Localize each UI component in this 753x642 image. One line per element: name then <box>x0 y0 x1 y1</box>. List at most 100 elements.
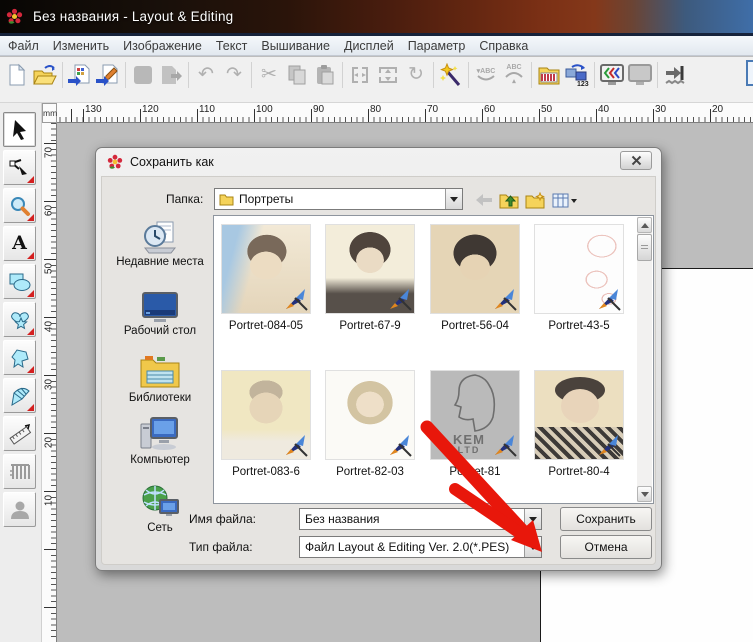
file-item[interactable]: Portret-67-9 <box>320 224 420 332</box>
file-type-label: Тип файла: <box>189 540 253 554</box>
toolbar-separator <box>125 62 126 88</box>
file-item[interactable]: Portret-56-04 <box>425 224 525 332</box>
folder-dropdown-button[interactable] <box>445 189 462 209</box>
rotate-icon-disabled[interactable]: ↻ <box>402 60 430 89</box>
place-recent[interactable]: Недавние места <box>108 218 212 270</box>
app-flower-icon <box>6 8 23 25</box>
write-to-machine-icon[interactable] <box>661 60 689 89</box>
menu-option[interactable]: Параметр <box>408 39 466 53</box>
file-thumbnail <box>534 224 624 314</box>
paste-icon-disabled[interactable] <box>311 60 339 89</box>
dialog-close-button[interactable] <box>620 151 652 170</box>
menu-help[interactable]: Справка <box>479 39 528 53</box>
file-name: Portret-56-04 <box>425 320 525 332</box>
file-name-combobox[interactable] <box>299 508 542 530</box>
portrait-tool-button[interactable] <box>3 492 36 527</box>
zoom-tool-button[interactable] <box>3 188 36 223</box>
pes-badge-icon <box>387 434 413 458</box>
new-document-icon[interactable] <box>3 60 31 89</box>
flip-horizontal-icon-disabled[interactable] <box>346 60 374 89</box>
file-name-dropdown-button[interactable] <box>524 509 541 529</box>
menu-edit[interactable]: Изменить <box>53 39 109 53</box>
place-computer[interactable]: Компьютер <box>108 416 212 468</box>
file-thumbnail <box>221 224 311 314</box>
pes-badge-icon <box>596 288 622 312</box>
file-item[interactable]: Portret-43-5 <box>529 224 629 332</box>
tool-palette: A <box>0 103 42 642</box>
point-edit-tool-button[interactable] <box>3 150 36 185</box>
place-libraries[interactable]: Библиотеки <box>108 354 212 406</box>
ruler-label: 90 <box>313 104 324 115</box>
file-thumbnail <box>221 370 311 460</box>
shapes-icon <box>8 272 32 292</box>
pes-badge-icon <box>596 434 622 458</box>
redo-icon-disabled[interactable]: ↷ <box>220 60 248 89</box>
menu-display[interactable]: Дисплей <box>344 39 394 53</box>
measure-tool-button[interactable] <box>3 416 36 451</box>
back-arrow-icon <box>475 193 493 207</box>
view-menu-button[interactable] <box>549 189 579 211</box>
file-type-combobox[interactable]: Файл Layout & Editing Ver. 2.0(*.PES) <box>299 536 542 558</box>
file-item[interactable]: Portret-083-6 <box>216 370 316 478</box>
back-button-disabled[interactable] <box>472 189 495 211</box>
basic-shapes-tool-button[interactable] <box>3 264 36 299</box>
place-network[interactable]: Сеть <box>108 484 212 536</box>
menu-image[interactable]: Изображение <box>123 39 202 53</box>
menu-file[interactable]: Файл <box>8 39 39 53</box>
scroll-down-button[interactable] <box>637 486 652 502</box>
ruler-label: 20 <box>44 433 55 453</box>
file-item[interactable]: Portret-82-03 <box>320 370 420 478</box>
file-name: Portret-67-9 <box>320 320 420 332</box>
text-arc-up-icon-disabled[interactable]: ABC▴ <box>500 60 528 89</box>
fan-stitch-tool-button[interactable] <box>3 378 36 413</box>
dialog-title: Сохранить как <box>130 155 214 169</box>
file-item[interactable]: Portret-084-05 <box>216 224 316 332</box>
dialog-title-bar[interactable]: Сохранить как <box>96 148 661 176</box>
menu-sew[interactable]: Вышивание <box>261 39 330 53</box>
menu-text[interactable]: Текст <box>216 39 247 53</box>
design-property-icon-disabled[interactable] <box>626 60 654 89</box>
new-folder-button[interactable] <box>523 189 546 211</box>
cut-icon-disabled[interactable]: ✂ <box>255 60 283 89</box>
fan-icon <box>8 385 32 407</box>
toolbar-separator <box>342 62 343 88</box>
select-tool-button[interactable] <box>3 112 36 147</box>
ruler-label: 130 <box>85 104 102 115</box>
text-tool-button[interactable]: A <box>3 226 36 261</box>
sewing-order-icon[interactable]: 123 <box>563 60 591 89</box>
open-file-icon[interactable] <box>31 60 59 89</box>
save-button[interactable]: Сохранить <box>560 507 652 531</box>
file-list-scrollbar[interactable] <box>637 217 652 502</box>
decorative-shapes-tool-button[interactable] <box>3 302 36 337</box>
heart-star-icon <box>8 309 32 331</box>
folder-combobox[interactable]: Портреты <box>214 188 463 210</box>
stitch-attributes-tool-button[interactable] <box>3 454 36 489</box>
libraries-icon <box>139 354 181 390</box>
scroll-up-button[interactable] <box>637 217 652 233</box>
undo-icon-disabled[interactable]: ↶ <box>192 60 220 89</box>
up-one-level-button[interactable] <box>497 189 520 211</box>
place-label: Недавние места <box>108 256 212 270</box>
export-icon-disabled[interactable] <box>157 60 185 89</box>
copy-icon-disabled[interactable] <box>283 60 311 89</box>
scrollbar-thumb[interactable] <box>637 234 652 261</box>
file-name-input[interactable] <box>305 510 524 528</box>
magic-wand-icon[interactable] <box>437 60 465 89</box>
file-type-dropdown-button[interactable] <box>524 537 541 557</box>
flip-vertical-icon-disabled[interactable] <box>374 60 402 89</box>
file-item[interactable]: KEMLTD Portret-81 <box>425 370 525 478</box>
place-desktop[interactable]: Рабочий стол <box>108 291 212 339</box>
file-type-value: Файл Layout & Editing Ver. 2.0(*.PES) <box>305 540 524 554</box>
cancel-button[interactable]: Отмена <box>560 535 652 559</box>
stitch-simulator-icon[interactable] <box>598 60 626 89</box>
edit-image-icon[interactable] <box>94 60 122 89</box>
text-arc-down-icon-disabled[interactable]: ▾ABC <box>472 60 500 89</box>
file-item[interactable]: Portret-80-4 <box>529 370 629 478</box>
file-list: Portret-084-05 Portret-67-9 Portret-56-0… <box>213 215 654 504</box>
thread-palette-icon[interactable] <box>535 60 563 89</box>
import-image-icon[interactable] <box>66 60 94 89</box>
partial-toolbar-icon[interactable] <box>746 60 753 86</box>
outline-stitch-tool-button[interactable] <box>3 340 36 375</box>
save-icon-disabled[interactable] <box>129 60 157 89</box>
ruler-label: 20 <box>712 104 723 115</box>
